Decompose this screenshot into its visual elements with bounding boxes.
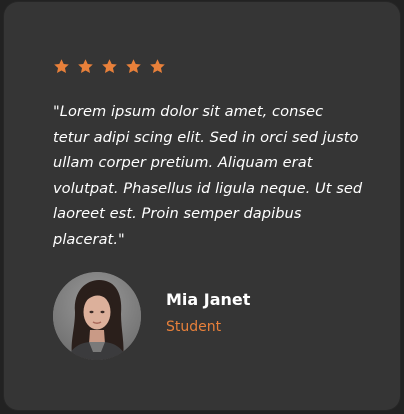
star-icon (77, 58, 94, 75)
star-icon (101, 58, 118, 75)
author-name: Mia Janet (166, 290, 251, 309)
testimonial-quote: "Lorem ipsum dolor sit amet, consec tetu… (53, 103, 363, 248)
star-icon (125, 58, 142, 75)
star-icon (53, 58, 70, 75)
testimonial-card: "Lorem ipsum dolor sit amet, consec tetu… (4, 2, 400, 410)
avatar-photo (53, 272, 141, 360)
author-role: Student (166, 319, 222, 335)
star-rating (53, 58, 166, 75)
star-icon (149, 58, 166, 75)
avatar (53, 272, 141, 360)
